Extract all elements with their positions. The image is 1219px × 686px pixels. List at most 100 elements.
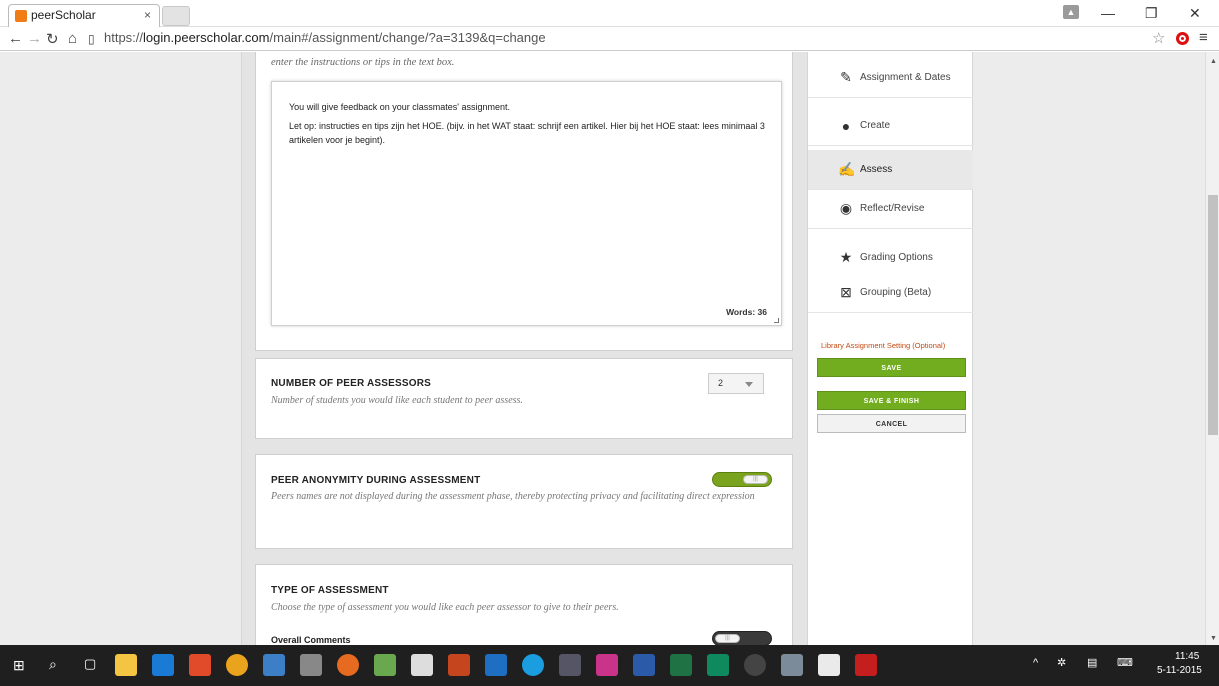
page-content: ✎ Assignment & Dates ● Create ✍ Assess ◉… [0, 52, 1219, 645]
windows-taskbar: ⊞ ⌕ ▢ ^ ✲ ▤ ⌨ 11:45 5-11-2015 [0, 645, 1219, 686]
edit-icon: ✎ [840, 69, 852, 85]
toggle-knob: ||| [743, 475, 768, 484]
tray-app-icon[interactable]: ✲ [1057, 656, 1066, 669]
scroll-up-icon[interactable]: ▲ [1210, 58, 1217, 65]
firefox-icon[interactable] [337, 654, 359, 676]
grid-app-icon[interactable] [596, 654, 618, 676]
reflect-icon: ◉ [839, 200, 853, 216]
save-finish-button[interactable]: SAVE & FINISH [817, 391, 966, 410]
resize-handle-icon[interactable] [774, 318, 779, 323]
overall-comments-toggle[interactable]: ||| [712, 631, 772, 645]
clock-time[interactable]: 11:45 [1175, 651, 1199, 662]
home-icon[interactable]: ⌂ [68, 30, 77, 47]
library-assignment-link[interactable]: Library Assignment Setting (Optional) [821, 341, 945, 350]
media-player-icon[interactable] [781, 654, 803, 676]
powerpoint-icon[interactable] [448, 654, 470, 676]
section-title: PEER ANONYMITY DURING ASSESSMENT [271, 475, 481, 486]
sidebar-item-label: Grouping (Beta) [860, 287, 932, 298]
section-title: TYPE OF ASSESSMENT [271, 585, 389, 596]
browser-menu-icon[interactable]: ≡ [1199, 29, 1208, 46]
section-description: Choose the type of assessment you would … [271, 602, 619, 613]
tab-title: peerScholar [31, 8, 96, 22]
sidebar-item-label: Reflect/Revise [860, 203, 925, 214]
sidebar-item-label: Assess [860, 164, 893, 175]
forward-icon[interactable]: → [27, 30, 42, 47]
sidebar-item-label: Assignment & Dates [860, 72, 951, 83]
url-prefix: https:// [104, 30, 144, 45]
pen-app-icon[interactable] [818, 654, 840, 676]
sidebar-item-assess[interactable]: ✍ Assess [808, 150, 973, 190]
internet-explorer-icon[interactable] [152, 654, 174, 676]
scroll-down-icon[interactable]: ▼ [1210, 635, 1217, 642]
acrobat-icon[interactable] [855, 654, 877, 676]
task-view-icon[interactable]: ▢ [84, 656, 96, 672]
new-tab-button[interactable] [162, 6, 190, 26]
word-count: Words: 36 [726, 307, 767, 317]
skype-icon[interactable] [522, 654, 544, 676]
instructions-editor[interactable]: You will give feedback on your classmate… [271, 81, 782, 326]
store-icon[interactable] [411, 654, 433, 676]
sidebar-item-label: Create [860, 120, 891, 131]
browser-tab[interactable]: peerScholar × [8, 4, 160, 27]
outlook-icon[interactable] [485, 654, 507, 676]
chrome-icon[interactable] [226, 654, 248, 676]
sidebar: ✎ Assignment & Dates ● Create ✍ Assess ◉… [807, 52, 973, 645]
sidebar-item-grouping[interactable]: ⊠ Grouping (Beta) [808, 273, 973, 313]
select-value: 2 [718, 378, 724, 388]
photos-icon[interactable] [189, 654, 211, 676]
tray-expand-icon[interactable]: ^ [1033, 657, 1038, 669]
instructions-card: enter the instructions or tips in the te… [255, 52, 793, 351]
page-icon: ▯ [88, 32, 95, 46]
extension-icon[interactable] [1176, 32, 1189, 45]
search-icon[interactable]: ⌕ [49, 656, 57, 673]
remote-desktop-icon[interactable] [263, 654, 285, 676]
peerscholar-favicon-icon [15, 10, 27, 22]
sidebar-item-grading-options[interactable]: ★ Grading Options [808, 237, 973, 277]
chevron-down-icon [745, 382, 753, 387]
back-icon[interactable]: ← [8, 30, 23, 47]
sidebar-item-assignment-dates[interactable]: ✎ Assignment & Dates [808, 58, 973, 98]
cancel-button[interactable]: CANCEL [817, 414, 966, 433]
profile-icon[interactable]: ▲ [1063, 5, 1079, 19]
browser-tab-bar: peerScholar × ▲ — ❐ ✕ [0, 0, 1219, 27]
clock-date[interactable]: 5-11-2015 [1157, 665, 1202, 676]
assess-icon: ✍ [838, 161, 856, 177]
minimize-icon[interactable]: — [1101, 5, 1115, 21]
word-icon[interactable] [633, 654, 655, 676]
restore-icon[interactable]: ❐ [1145, 5, 1158, 22]
scroll-thumb[interactable] [1208, 195, 1218, 435]
editor-line: You will give feedback on your classmate… [289, 102, 511, 112]
paint-icon[interactable] [300, 654, 322, 676]
reload-icon[interactable]: ↻ [46, 30, 59, 48]
peer-assessors-card: NUMBER OF PEER ASSESSORS Number of stude… [255, 358, 793, 439]
peer-assessors-select[interactable]: 2 [708, 373, 764, 394]
sidebar-item-create[interactable]: ● Create [808, 106, 973, 146]
page-scrollbar[interactable]: ▲ ▼ [1205, 52, 1219, 645]
settings-app-icon[interactable] [744, 654, 766, 676]
sidebar-item-label: Grading Options [860, 251, 933, 263]
overall-comments-label: Overall Comments [271, 635, 351, 645]
notifications-icon[interactable]: ▤ [1087, 656, 1097, 669]
keyboard-icon[interactable]: ⌨ [1117, 656, 1133, 669]
save-button[interactable]: SAVE [817, 358, 966, 377]
windows-start-icon[interactable]: ⊞ [13, 657, 25, 674]
close-window-icon[interactable]: ✕ [1189, 5, 1201, 22]
sidebar-item-reflect-revise[interactable]: ◉ Reflect/Revise [808, 189, 973, 229]
url-path: /main#/assignment/change/?a=3139&q=chang… [269, 30, 546, 45]
section-title: NUMBER OF PEER ASSESSORS [271, 378, 432, 389]
bookmark-star-icon[interactable]: ☆ [1152, 29, 1165, 47]
editor-line: Let op: instructies en tips zijn het HOE… [289, 121, 765, 145]
intro-text: enter the instructions or tips in the te… [271, 57, 455, 68]
url-domain: login.peerscholar.com [143, 30, 270, 45]
url-field[interactable]: https://login.peerscholar.com/main#/assi… [104, 30, 546, 45]
peer-anonymity-toggle[interactable]: ||| [712, 472, 772, 487]
file-explorer-icon[interactable] [115, 654, 137, 676]
toggle-knob: ||| [715, 634, 740, 643]
sway-icon[interactable] [707, 654, 729, 676]
media-icon[interactable] [559, 654, 581, 676]
section-description: Number of students you would like each s… [271, 395, 523, 406]
tab-close-icon[interactable]: × [144, 8, 151, 22]
excel-icon[interactable] [670, 654, 692, 676]
assessment-type-card: TYPE OF ASSESSMENT Choose the type of as… [255, 564, 793, 645]
app-icon[interactable] [374, 654, 396, 676]
